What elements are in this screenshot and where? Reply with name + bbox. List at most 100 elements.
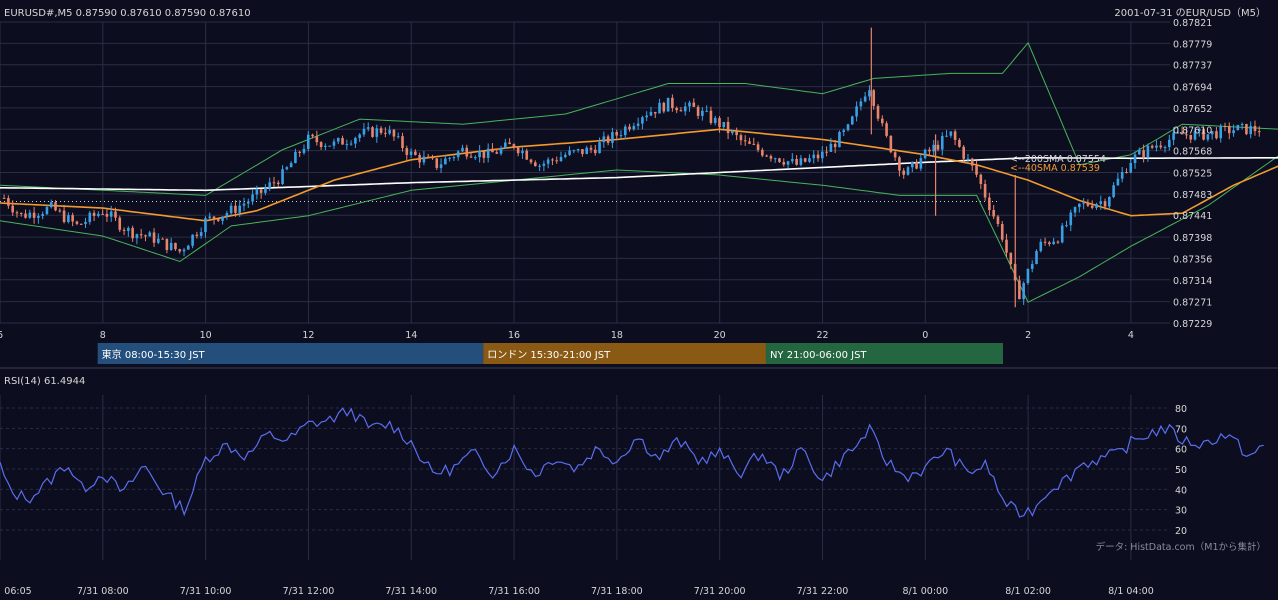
candle-body	[1048, 242, 1051, 245]
candle-body	[713, 117, 717, 123]
candle-body	[306, 134, 310, 149]
symbol-line: EURUSD#,M5 0.87590 0.87610 0.87590 0.876…	[4, 8, 251, 19]
candle-body	[585, 147, 589, 154]
candle-body	[602, 136, 606, 143]
candle-body	[281, 169, 284, 185]
candle-body	[958, 139, 961, 147]
time-tick-label: 7/31 10:00	[180, 586, 232, 597]
candle-body	[101, 213, 104, 215]
candle-body	[696, 106, 700, 116]
candle-body	[1060, 225, 1064, 243]
candle-body	[448, 157, 451, 159]
rsi-tick-label: 50	[1175, 465, 1187, 476]
candle-body	[221, 216, 224, 221]
time-tick-label: 8/1 04:00	[1108, 586, 1154, 597]
candle-body	[79, 223, 83, 225]
candle-body	[19, 212, 23, 214]
candle-body	[782, 161, 786, 165]
candle-body	[829, 143, 833, 152]
candle-body	[1168, 139, 1171, 148]
candle-body	[105, 213, 109, 217]
candle-body	[975, 165, 978, 175]
candle-body	[885, 123, 888, 136]
candle-body	[54, 202, 57, 211]
candle-body	[319, 142, 323, 148]
candle-body	[932, 144, 935, 152]
candle-body	[174, 242, 177, 250]
candle-body	[970, 158, 974, 166]
candle-body	[928, 149, 931, 152]
hour-tick-label: 16	[508, 330, 520, 341]
candle-body	[187, 245, 190, 250]
candle-body	[24, 213, 27, 218]
candle-body	[1232, 130, 1235, 134]
time-tick-label: 7/31 22:00	[797, 586, 849, 597]
candle-body	[641, 117, 644, 124]
candle-body	[705, 110, 708, 112]
candle-body	[1009, 252, 1013, 265]
candle-body	[276, 182, 280, 185]
candle-body	[1129, 163, 1133, 173]
candle-body	[118, 217, 122, 230]
candle-body	[264, 188, 267, 193]
candle-body	[748, 141, 751, 144]
candle-body	[1026, 268, 1030, 284]
price-tick-label: 0.87652	[1173, 104, 1212, 115]
candle-body	[328, 145, 331, 147]
candle-body	[1142, 150, 1145, 158]
candle-body	[431, 156, 434, 159]
candle-body	[92, 212, 96, 216]
rsi-tick-label: 20	[1175, 526, 1187, 537]
candle-body	[409, 151, 413, 155]
candle-body	[662, 102, 666, 112]
candle-body	[838, 132, 841, 148]
candle-body	[508, 142, 511, 145]
price-tick-label: 0.87441	[1173, 211, 1212, 222]
candle-body	[1035, 251, 1038, 265]
candle-body	[855, 106, 858, 117]
candle-body	[311, 134, 314, 137]
rsi-tick-label: 70	[1175, 424, 1187, 435]
candle-body	[572, 150, 576, 152]
candle-body	[863, 96, 867, 102]
candle-body	[898, 157, 901, 171]
candle-body	[482, 150, 486, 158]
candle-body	[825, 151, 828, 153]
candle-body	[949, 131, 953, 136]
candle-body	[940, 136, 944, 150]
candle-body	[945, 135, 948, 137]
candle-body	[868, 90, 871, 97]
candle-body	[576, 149, 580, 151]
time-tick-label: 7/31 16:00	[488, 586, 540, 597]
candle-body	[623, 126, 627, 136]
candle-body	[204, 218, 207, 233]
candle-body	[606, 136, 610, 143]
candle-body	[1116, 178, 1120, 186]
candle-body	[426, 156, 430, 158]
candle-body	[534, 162, 537, 167]
hour-tick-label: 20	[714, 330, 726, 341]
candle-body	[821, 151, 824, 159]
candle-body	[401, 136, 404, 149]
candle-body	[75, 221, 79, 224]
candle-body	[765, 155, 768, 157]
rsi-tick-label: 30	[1175, 506, 1187, 517]
candle-body	[666, 97, 670, 112]
candle-body	[1120, 172, 1124, 179]
time-tick-label: 7/31 08:00	[77, 586, 129, 597]
rsi-tick-label: 80	[1175, 404, 1187, 415]
candle-body	[1043, 241, 1047, 243]
candle-body	[139, 234, 143, 236]
candle-body	[919, 158, 923, 169]
candle-body	[229, 205, 233, 214]
chart-canvas: 東京 08:00-15:30 JST ロンドン 15:30-21:00 JST NY…	[0, 7, 1278, 597]
candle-body	[349, 143, 353, 145]
candle-body	[169, 242, 173, 250]
candle-body	[418, 154, 421, 163]
candle-body	[122, 229, 126, 231]
candle-body	[32, 212, 36, 218]
price-tick-label: 0.87525	[1173, 169, 1212, 180]
candle-body	[67, 215, 70, 222]
candle-body	[315, 136, 319, 143]
candle-body	[893, 152, 897, 158]
